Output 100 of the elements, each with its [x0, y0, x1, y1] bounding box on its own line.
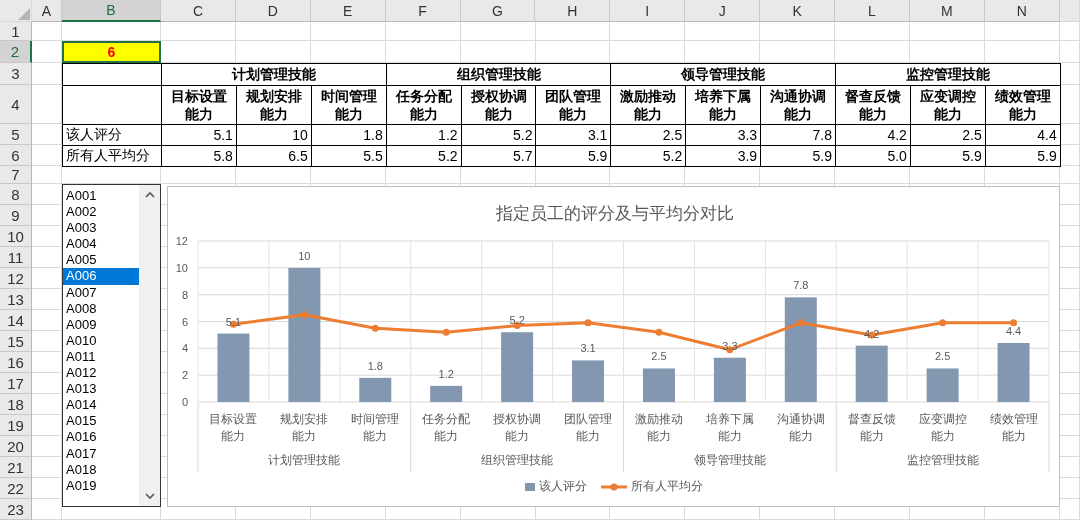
- list-item[interactable]: A002: [63, 204, 139, 221]
- axis-label: 团队管理能力: [563, 411, 614, 445]
- point: [442, 328, 450, 336]
- list-item[interactable]: A004: [63, 236, 139, 253]
- data-label: 5.2: [509, 314, 525, 327]
- point: [1010, 319, 1018, 327]
- row-header[interactable]: 17: [0, 373, 32, 394]
- table-cell: 组织管理技能: [385, 63, 612, 86]
- row-header[interactable]: 14: [0, 310, 32, 331]
- scroll-up-icon[interactable]: [144, 191, 155, 198]
- list-item[interactable]: A007: [63, 284, 139, 301]
- row-header[interactable]: 16: [0, 352, 32, 373]
- table-cell: 7.8: [760, 124, 836, 146]
- column-header[interactable]: H: [535, 0, 611, 22]
- axis-label: 授权协调能力: [492, 411, 543, 445]
- row-header[interactable]: 20: [0, 436, 32, 457]
- axis-label: 0: [181, 396, 188, 408]
- legend-label: 所有人平均分: [630, 478, 703, 495]
- row-header[interactable]: 11: [0, 247, 32, 268]
- table-cell: 2.5: [610, 124, 687, 146]
- table-cell: 监控管理技能: [835, 63, 1061, 86]
- data-label: 2.5: [651, 350, 667, 363]
- column-header[interactable]: J: [685, 0, 761, 22]
- table-cell: 5.9: [909, 145, 986, 167]
- list-box[interactable]: A001 A002 A003 A004 A005 A006 A007 A008 A009 A010 A011 A012 A013 A014 A015 A016 A017 A018 A019: [62, 184, 161, 507]
- row-header[interactable]: 8: [0, 184, 32, 205]
- table-cell[interactable]: 6: [62, 41, 161, 63]
- table-cell: 5.1: [161, 124, 237, 146]
- table-cell: 任务分配能力: [385, 85, 462, 125]
- axis-label: 督查反馈能力: [846, 411, 897, 445]
- list-item[interactable]: A019: [63, 477, 139, 494]
- list-item[interactable]: A016: [63, 429, 139, 446]
- table-cell: 计划管理技能: [161, 63, 387, 86]
- axis-label: 领导管理技能: [693, 451, 766, 469]
- axis-label: 12: [175, 235, 188, 247]
- table-cell: 3.3: [685, 124, 762, 146]
- row-header[interactable]: 15: [0, 331, 32, 352]
- column-header[interactable]: B: [62, 0, 161, 22]
- column-header[interactable]: N: [984, 0, 1060, 22]
- column-header[interactable]: K: [760, 0, 835, 22]
- list-item[interactable]: A010: [63, 332, 139, 349]
- table-cell: 领导管理技能: [610, 63, 836, 86]
- axis-label: 时间管理能力: [350, 411, 401, 445]
- table-cell: 团队管理能力: [535, 85, 612, 125]
- row-header[interactable]: 23: [0, 499, 32, 520]
- scroll-down-icon[interactable]: [144, 493, 155, 500]
- column-header[interactable]: E: [310, 0, 386, 22]
- row-header[interactable]: 13: [0, 289, 32, 310]
- row-header[interactable]: 9: [0, 205, 32, 226]
- axis-label: 计划管理技能: [268, 451, 341, 469]
- list-item[interactable]: A014: [63, 397, 139, 414]
- row-header[interactable]: 22: [0, 478, 32, 499]
- list-item[interactable]: A003: [63, 220, 139, 237]
- table-cell: 激励推动能力: [610, 85, 687, 125]
- column-header[interactable]: I: [610, 0, 686, 22]
- list-item[interactable]: A017: [63, 445, 139, 462]
- scrollbar[interactable]: [139, 185, 160, 506]
- list-item[interactable]: A006: [63, 268, 139, 285]
- row-header[interactable]: 3: [0, 63, 32, 85]
- table-cell: 该人评分: [62, 124, 162, 146]
- data-label: 4.4: [1005, 324, 1022, 337]
- data-label: 10: [298, 249, 311, 262]
- column-header[interactable]: D: [235, 0, 311, 22]
- column-header[interactable]: L: [835, 0, 910, 22]
- column-header[interactable]: M: [909, 0, 985, 22]
- row-header[interactable]: 19: [0, 415, 32, 436]
- row-header[interactable]: 4: [0, 85, 32, 124]
- table-cell: 5.9: [535, 145, 612, 167]
- row-header[interactable]: 10: [0, 226, 32, 247]
- column-header[interactable]: A: [32, 0, 62, 22]
- list-item[interactable]: A001: [63, 188, 139, 205]
- row-header[interactable]: 6: [0, 145, 32, 166]
- row-header[interactable]: 5: [0, 124, 32, 145]
- table-cell: 5.8: [161, 145, 237, 167]
- list-item[interactable]: A018: [63, 461, 139, 478]
- column-header[interactable]: F: [385, 0, 461, 22]
- row-header[interactable]: 2: [0, 41, 32, 63]
- axis-label: 沟通协调能力: [775, 411, 826, 445]
- axis-label: 应变调控能力: [917, 411, 968, 445]
- list-item[interactable]: A013: [63, 381, 139, 398]
- axis-label: 规划安排能力: [279, 411, 330, 445]
- table-cell: 督查反馈能力: [835, 85, 911, 125]
- legend-label: 该人评分: [538, 478, 587, 495]
- row-header[interactable]: 21: [0, 457, 32, 478]
- table-cell: 5.2: [610, 145, 687, 167]
- row-header[interactable]: 7: [0, 166, 32, 184]
- list-item[interactable]: A009: [63, 316, 139, 333]
- axis-label: 2: [181, 369, 188, 382]
- table-cell: 1.2: [385, 124, 462, 146]
- list-item[interactable]: A012: [63, 365, 139, 382]
- data-label: 1.2: [438, 367, 454, 380]
- column-header[interactable]: G: [460, 0, 536, 22]
- row-header[interactable]: 1: [0, 22, 32, 41]
- column-header[interactable]: C: [161, 0, 236, 22]
- list-item[interactable]: A005: [63, 252, 139, 269]
- row-header[interactable]: 18: [0, 394, 32, 415]
- list-item[interactable]: A011: [63, 348, 139, 366]
- list-item[interactable]: A008: [63, 300, 139, 317]
- row-header[interactable]: 12: [0, 268, 32, 289]
- list-item[interactable]: A015: [63, 413, 139, 430]
